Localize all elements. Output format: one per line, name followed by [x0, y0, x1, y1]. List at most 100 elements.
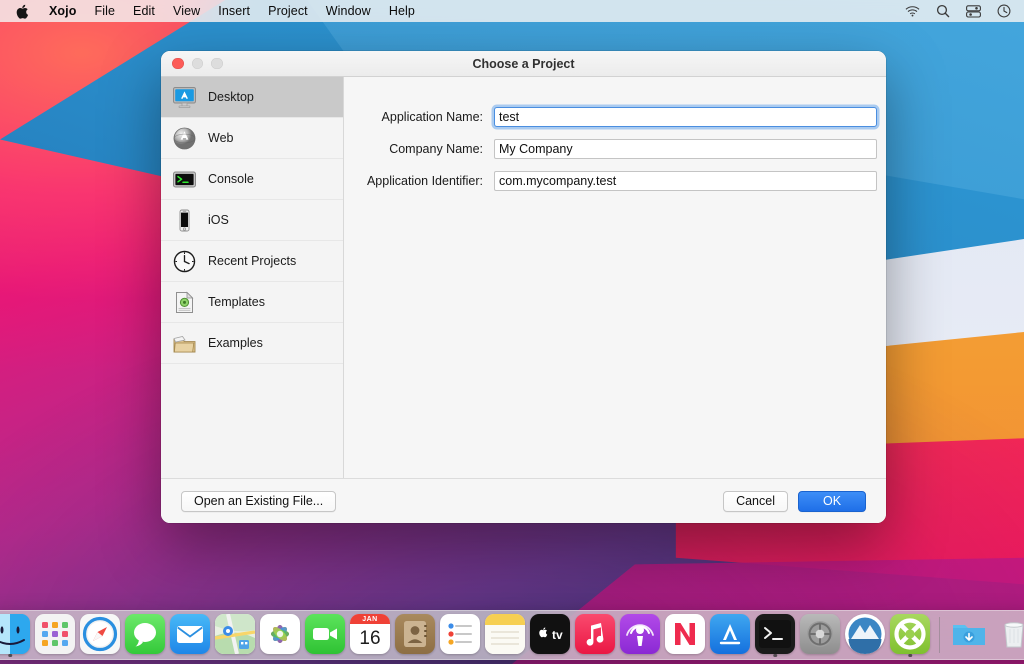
sidebar-item-console[interactable]: Console	[161, 159, 343, 200]
sidebar-item-label: iOS	[208, 213, 229, 227]
folder-icon	[172, 331, 197, 356]
dock-item-terminal[interactable]	[754, 612, 796, 658]
template-document-icon	[172, 290, 197, 315]
menu-item-file[interactable]: File	[85, 2, 124, 20]
maps-icon	[215, 614, 255, 654]
sidebar-item-label: Desktop	[208, 90, 254, 104]
sidebar-item-templates[interactable]: Templates	[161, 282, 343, 323]
dock-item-messages[interactable]	[124, 612, 166, 658]
cancel-button[interactable]: Cancel	[723, 491, 788, 512]
minimize-button[interactable]	[192, 58, 204, 70]
menu-item-insert[interactable]: Insert	[209, 2, 259, 20]
dock-item-reminders[interactable]	[439, 612, 481, 658]
dock-item-finder[interactable]	[0, 612, 31, 658]
spotlight-search-icon[interactable]	[936, 4, 950, 18]
dock-item-xojo[interactable]	[844, 612, 886, 658]
dock-separator	[939, 617, 940, 653]
menu-item-view[interactable]: View	[164, 2, 209, 20]
dock-item-appletv[interactable]: tv	[529, 612, 571, 658]
open-existing-file-button[interactable]: Open an Existing File...	[181, 491, 336, 512]
dock-item-mail[interactable]	[169, 612, 211, 658]
notes-icon	[485, 614, 525, 654]
dock-item-contacts[interactable]	[394, 612, 436, 658]
facetime-icon	[305, 614, 345, 654]
appletv-label: tv	[552, 628, 563, 642]
dock-item-music[interactable]	[574, 612, 616, 658]
application-identifier-label: Application Identifier:	[344, 174, 494, 188]
calendar-month: JAN	[350, 614, 390, 624]
menu-item-window[interactable]: Window	[317, 2, 380, 20]
sidebar-item-label: Console	[208, 172, 254, 186]
sidebar-item-label: Recent Projects	[208, 254, 296, 268]
close-button[interactable]	[172, 58, 184, 70]
field-row-application-identifier: Application Identifier:	[344, 171, 886, 191]
finder-icon	[0, 614, 30, 654]
contacts-icon	[395, 614, 435, 654]
dock-item-appstore[interactable]	[709, 612, 751, 658]
menu-item-help[interactable]: Help	[380, 2, 424, 20]
application-identifier-input[interactable]	[494, 171, 877, 191]
dock-item-photos[interactable]	[259, 612, 301, 658]
safari-compass-icon	[80, 614, 120, 654]
apple-logo-icon[interactable]	[10, 4, 40, 19]
trash-icon	[994, 614, 1024, 654]
maximize-button[interactable]	[211, 58, 223, 70]
sidebar-item-web[interactable]: Web	[161, 118, 343, 159]
terminal-icon	[755, 614, 795, 654]
xojo-icon	[845, 614, 885, 654]
system-preferences-gear-icon	[800, 614, 840, 654]
siri-clock-icon[interactable]	[997, 4, 1011, 18]
dock-item-trash[interactable]	[993, 612, 1024, 658]
company-name-input[interactable]	[494, 139, 877, 159]
apple-tv-icon: tv	[530, 614, 570, 654]
console-terminal-icon	[172, 167, 197, 192]
dock-item-facetime[interactable]	[304, 612, 346, 658]
window-controls	[161, 58, 223, 70]
dock-item-xojo-app[interactable]	[889, 612, 931, 658]
menu-item-xojo[interactable]: Xojo	[40, 2, 85, 20]
sidebar-item-desktop[interactable]: Desktop	[161, 77, 343, 118]
sidebar-item-ios[interactable]: iOS	[161, 200, 343, 241]
running-indicator	[8, 654, 12, 658]
wifi-icon[interactable]	[905, 5, 920, 17]
podcasts-icon	[620, 614, 660, 654]
app-store-icon	[710, 614, 750, 654]
application-name-input[interactable]	[494, 107, 877, 127]
menu-item-project[interactable]: Project	[259, 2, 317, 20]
project-settings-form: Application Name: Company Name: Applicat…	[344, 77, 886, 478]
control-center-icon[interactable]	[966, 5, 981, 18]
application-name-label: Application Name:	[344, 110, 494, 124]
dock-item-notes[interactable]	[484, 612, 526, 658]
menu-bar-left: Xojo File Edit View Insert Project Windo…	[0, 2, 424, 20]
news-icon	[665, 614, 705, 654]
running-indicator	[908, 654, 912, 658]
ok-button[interactable]: OK	[798, 491, 866, 512]
launchpad-icon	[35, 614, 75, 654]
dock-item-system-preferences[interactable]	[799, 612, 841, 658]
dock-item-safari[interactable]	[79, 612, 121, 658]
dialog-title: Choose a Project	[161, 57, 886, 71]
dialog-body: Desktop Web	[161, 77, 886, 478]
photos-icon	[260, 614, 300, 654]
dock-item-launchpad[interactable]	[34, 612, 76, 658]
reminders-icon	[440, 614, 480, 654]
dock: JAN 16	[0, 610, 1024, 660]
desktop-app-icon	[172, 85, 197, 110]
sidebar-item-recent-projects[interactable]: Recent Projects	[161, 241, 343, 282]
dock-item-podcasts[interactable]	[619, 612, 661, 658]
menu-item-edit[interactable]: Edit	[124, 2, 164, 20]
calendar-icon: JAN 16	[350, 614, 390, 654]
dialog-footer: Open an Existing File... Cancel OK	[161, 478, 886, 523]
sidebar-item-label: Templates	[208, 295, 265, 309]
sidebar-item-examples[interactable]: Examples	[161, 323, 343, 364]
field-row-application-name: Application Name:	[344, 107, 886, 127]
dock-item-calendar[interactable]: JAN 16	[349, 612, 391, 658]
dialog-titlebar[interactable]: Choose a Project	[161, 51, 886, 77]
dock-item-news[interactable]	[664, 612, 706, 658]
field-row-company-name: Company Name:	[344, 139, 886, 159]
menu-bar: Xojo File Edit View Insert Project Windo…	[0, 0, 1024, 22]
dock-item-maps[interactable]	[214, 612, 256, 658]
dock-item-downloads[interactable]	[948, 612, 990, 658]
sidebar-item-label: Examples	[208, 336, 263, 350]
music-icon	[575, 614, 615, 654]
